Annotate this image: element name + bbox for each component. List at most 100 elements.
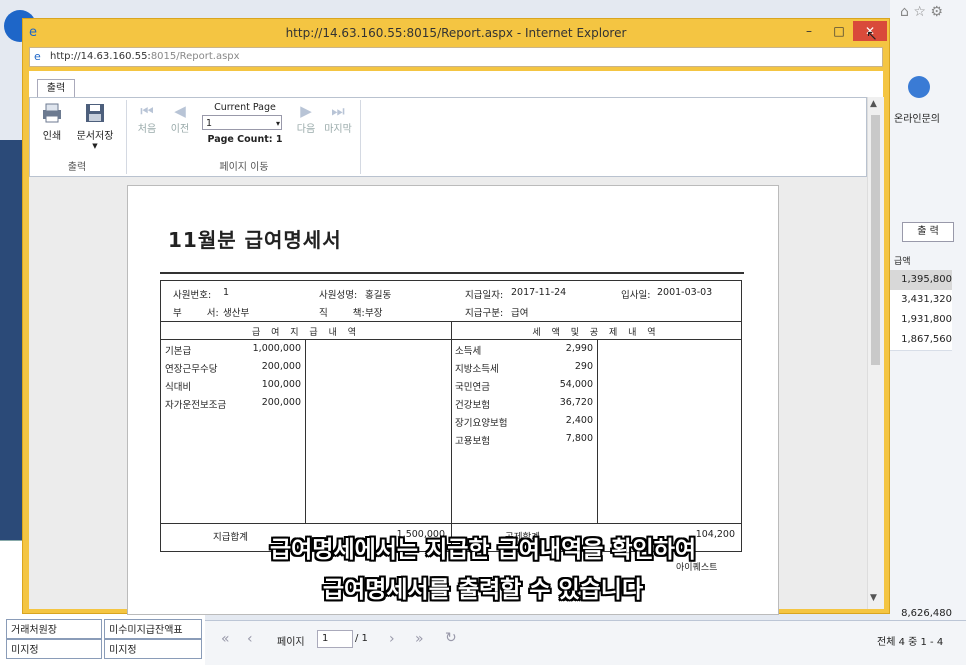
current-page-value: 1 [206,118,213,129]
current-page-select[interactable]: 1 ▾ [202,115,282,130]
ribbon-tabbar: 출력 [29,71,883,98]
dept-label: 부 서: [173,308,219,319]
print-button[interactable]: 출 력 [902,222,954,242]
ribbon-separator [126,100,127,174]
print-label: 인쇄 [42,131,62,142]
hire-date-label: 입사일: [621,290,651,301]
online-inquiry-icon[interactable] [908,76,930,98]
prev-page-icon[interactable]: ‹ [247,631,253,647]
group-label-output: 출력 [67,162,87,173]
earning-name: 식대비 [165,382,192,393]
next-page-button[interactable]: ▶ 다음 [292,102,320,135]
table-line [451,321,452,551]
maximize-icon[interactable]: □ [825,21,853,41]
address-host: http://14.63.160.55: [50,51,151,62]
amount-header: 급액 [894,257,911,267]
ie-window: e http://14.63.160.55:8015/Report.aspx -… [22,18,890,615]
deduction-name: 장기요양보험 [455,418,508,429]
first-label: 처음 [137,124,157,135]
chevron-down-icon: ▾ [275,119,280,128]
amount-cell[interactable]: 1,867,560 [884,330,952,351]
pay-date-label: 지급일자: [465,290,504,301]
pay-type: 급여 [511,308,529,319]
amount-cell[interactable]: 1,395,800 [884,270,952,291]
earning-amount: 100,000 [261,379,301,390]
refresh-icon[interactable]: ↻ [445,630,457,646]
deduction-amount: 36,720 [559,397,593,408]
ie-titlebar[interactable]: e http://14.63.160.55:8015/Report.aspx -… [23,19,889,47]
pay-date: 2017-11-24 [511,287,567,298]
browser-toolbar-icons[interactable]: ⌂ ☆ ⚙ [900,4,943,20]
table-line [161,523,741,524]
page-input[interactable]: 1 [317,630,353,648]
subtitle-line-1: 급여명세에서는 지급한 급여내역을 확인하여 [269,537,697,563]
dept: 생산부 [223,308,250,319]
table-line [305,339,306,523]
video-subtitle: 급여명세에서는 지급한 급여내역을 확인하여 급여명세서를 출력할 수 있습니다 [0,530,966,610]
earnings-header: 급 여 지 급 내 역 [252,328,360,338]
earning-amount: 200,000 [261,361,301,372]
floppy-disk-icon [86,104,104,122]
address-path: 8015/Report.aspx [150,51,240,62]
online-inquiry-label[interactable]: 온라인문의 [894,110,940,125]
menu-cell[interactable]: 미수미지급잔액표 [104,619,202,639]
prev-page-icon: ◀ [174,102,186,120]
first-page-button[interactable]: ⏮ 처음 [132,102,162,135]
scroll-thumb[interactable] [871,115,880,365]
deduction-amount: 2,990 [565,343,593,354]
position-label: 직 책: [319,308,365,319]
employee-no: 1 [223,287,230,298]
last-page-icon[interactable]: » [415,631,424,647]
deduction-name: 국민연금 [455,382,490,393]
menu-cell[interactable]: 미지정 [6,639,102,659]
page-label: 페이지 [277,637,305,648]
next-page-icon: ▶ [300,102,312,120]
save-document-button[interactable]: 문서저장 ▼ [72,102,118,150]
title-rule [160,272,744,274]
last-page-icon: ⏭ [331,102,345,120]
last-label: 마지막 [324,124,352,135]
window-title: http://14.63.160.55:8015/Report.aspx - I… [285,26,627,40]
deduction-amount: 54,000 [559,379,593,390]
scroll-up-icon[interactable]: ▲ [870,99,877,109]
menu-cell[interactable]: 미지정 [104,639,202,659]
menu-cell[interactable]: 거래처원장 [6,619,102,639]
prev-page-button[interactable]: ◀ 이전 [166,102,194,135]
employee-name: 홍길동 [365,290,392,301]
hire-date: 2001-03-03 [657,287,713,298]
amount-cell[interactable]: 3,431,320 [884,290,952,311]
ribbon: 인쇄 문서저장 ▼ 출력 ⏮ 처음 ◀ 이전 Current Page 1 ▾ … [29,97,867,177]
earning-name: 연장근무수당 [165,364,218,375]
save-label: 문서저장 [76,131,114,142]
deduction-name: 고용보험 [455,436,490,447]
dropdown-arrow-icon[interactable]: ▼ [72,142,118,150]
last-page-button[interactable]: ⏭ 마지막 [322,102,354,135]
pay-type-label: 지급구분: [465,308,504,319]
minimize-icon[interactable]: – [795,21,823,41]
deductions-header: 세 액 및 공 제 내 역 [532,328,660,338]
pay-slip-table: 사원번호: 1 사원성명: 홍길동 지급일자: 2017-11-24 입사일: … [160,280,742,552]
deduction-name: 건강보험 [455,400,490,411]
first-page-icon[interactable]: « [221,631,230,647]
group-label-navigation: 페이지 이동 [219,162,269,173]
deduction-name: 지방소득세 [455,364,499,375]
earning-name: 기본급 [165,346,192,357]
tab-output[interactable]: 출력 [37,79,75,98]
address-bar[interactable]: e http://14.63.160.55:8015/Report.aspx [29,47,883,67]
ribbon-separator [360,100,361,174]
record-summary: 전체 4 중 1 - 4 [877,637,944,648]
prev-label: 이전 [170,124,190,135]
next-page-icon[interactable]: › [389,631,395,647]
deduction-name: 소득세 [455,346,482,357]
table-line [597,339,598,523]
employee-no-label: 사원번호: [173,290,212,301]
deduction-amount: 2,400 [565,415,593,426]
first-page-icon: ⏮ [140,102,154,120]
subtitle-line-2: 급여명세서를 출력할 수 있습니다 [322,577,644,603]
employee-name-label: 사원성명: [319,290,358,301]
page-favicon-icon: e [34,50,41,63]
amount-cell[interactable]: 1,931,800 [884,310,952,331]
position: 부장 [365,308,383,319]
earning-amount: 1,000,000 [252,343,301,354]
print-button[interactable]: 인쇄 [36,102,68,142]
